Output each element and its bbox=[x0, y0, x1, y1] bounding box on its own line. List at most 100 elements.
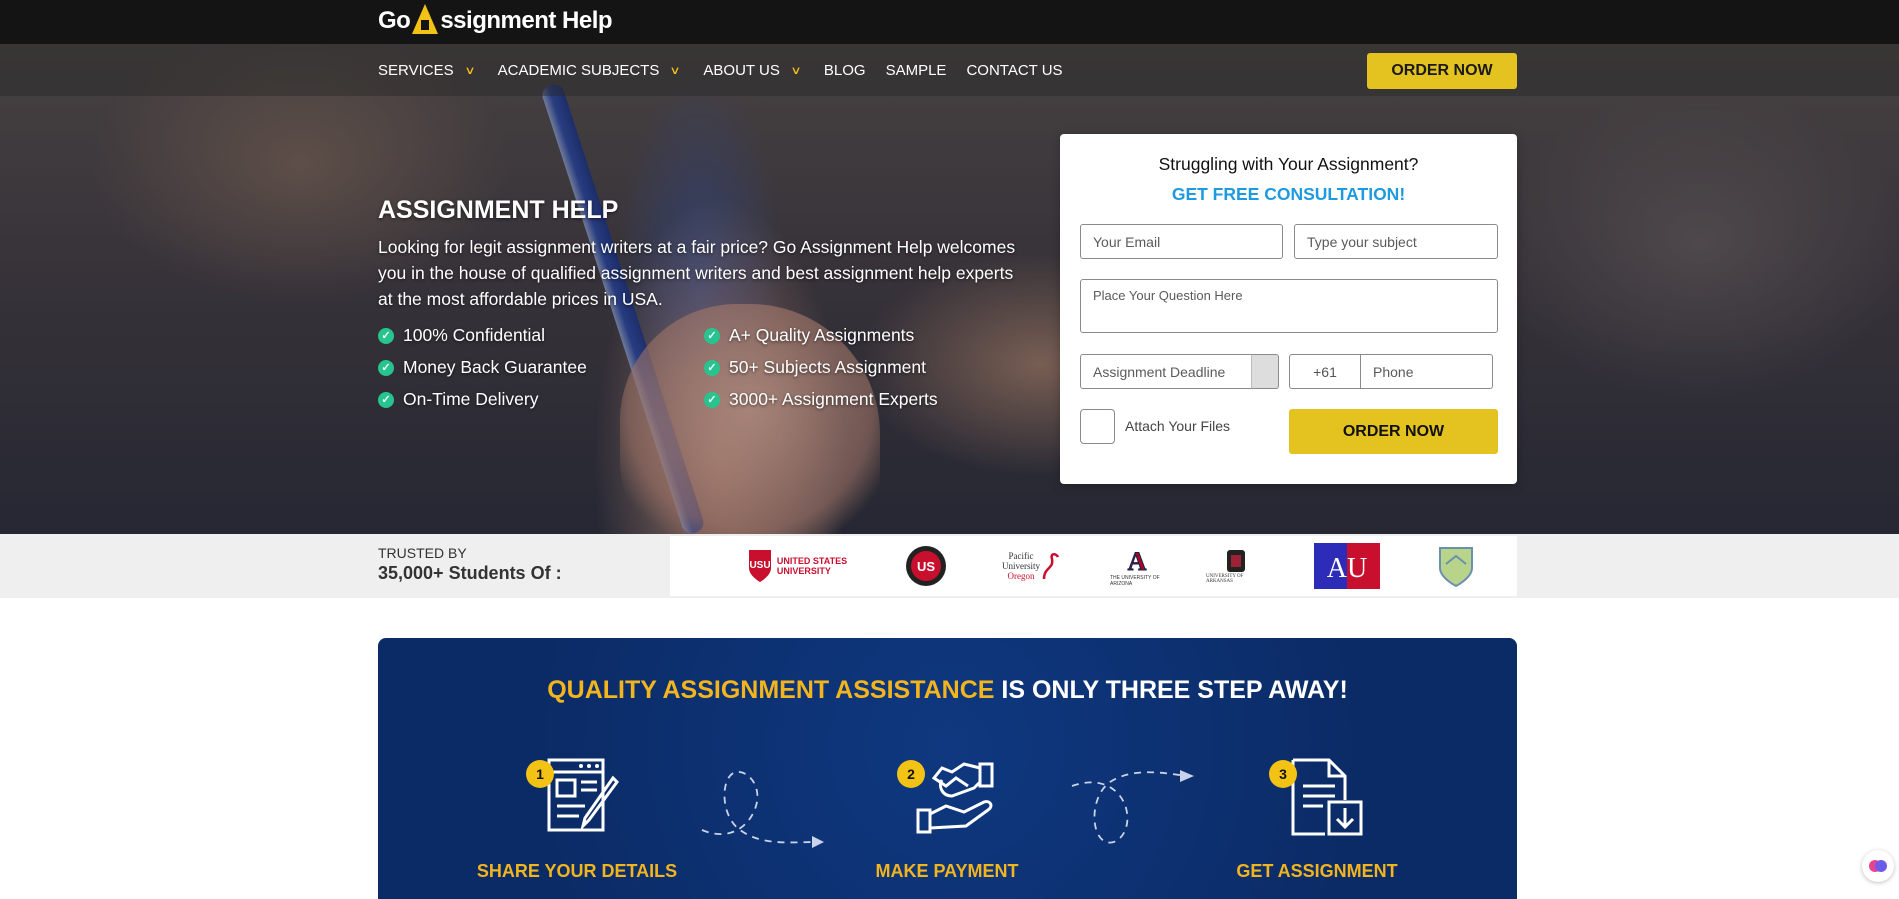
brain-icon bbox=[1869, 860, 1887, 872]
site-logo[interactable]: Go ssignment Help bbox=[378, 4, 613, 38]
us-seal-logo: US bbox=[904, 542, 948, 590]
feature-item: ✓ 3000+ Assignment Experts bbox=[704, 389, 978, 410]
boxer-icon bbox=[1042, 553, 1060, 580]
nav-label: ACADEMIC SUBJECTS bbox=[497, 61, 660, 79]
american-university-logo: AU bbox=[1313, 542, 1381, 590]
step-number-badge: 3 bbox=[1269, 760, 1297, 788]
feature-label: 3000+ Assignment Experts bbox=[729, 389, 938, 409]
feature-label: A+ Quality Assignments bbox=[729, 325, 915, 345]
seal-icon: US bbox=[906, 546, 946, 586]
chevron-down-icon: ∨ bbox=[669, 64, 682, 77]
step-label: MAKE PAYMENT bbox=[875, 861, 1019, 881]
logo-text-rest: ssignment Help bbox=[440, 7, 613, 34]
document-download-icon bbox=[1291, 758, 1363, 836]
check-icon: ✓ bbox=[704, 359, 720, 376]
nav-blog[interactable]: BLOG bbox=[824, 62, 866, 79]
check-icon: ✓ bbox=[378, 359, 394, 376]
dashed-arrow-icon bbox=[701, 771, 824, 848]
trusted-by-count: 35,000+ Students Of : bbox=[378, 563, 562, 583]
nav-academic-subjects[interactable]: ACADEMIC SUBJECTS ∨ bbox=[498, 62, 684, 79]
steps-title-highlight: QUALITY ASSIGNMENT ASSISTANCE bbox=[547, 676, 995, 704]
united-states-university-logo: USU UNITED STATES UNIVERSITY bbox=[742, 542, 852, 590]
logo-a-icon bbox=[412, 4, 439, 34]
arizona-letter: A bbox=[1128, 547, 1147, 575]
usu-shield-icon: USU bbox=[748, 550, 771, 582]
attach-files-checkbox[interactable] bbox=[1080, 409, 1115, 444]
arkansas-crest-icon bbox=[1227, 550, 1245, 572]
shield-university-logo bbox=[1434, 542, 1478, 590]
calendar-picker-button[interactable] bbox=[1251, 354, 1279, 389]
feature-item: ✓ Money Back Guarantee bbox=[378, 357, 704, 378]
hero-description: Looking for legit assignment writers at … bbox=[378, 237, 1016, 309]
phone-field[interactable] bbox=[1360, 354, 1493, 389]
form-heading: Struggling with Your Assignment? bbox=[1158, 154, 1419, 174]
deadline-field[interactable] bbox=[1080, 354, 1252, 389]
feature-label: 50+ Subjects Assignment bbox=[729, 357, 926, 377]
form-subheading: GET FREE CONSULTATION! bbox=[1171, 184, 1406, 204]
country-code-select[interactable]: +61 bbox=[1289, 354, 1361, 389]
main-navbar: SERVICES ∨ ACADEMIC SUBJECTS ∨ ABOUT US … bbox=[0, 44, 1899, 96]
feature-label: 100% Confidential bbox=[403, 325, 546, 345]
shield-icon bbox=[1439, 547, 1473, 588]
steps-section: QUALITY ASSIGNMENT ASSISTANCE IS ONLY TH… bbox=[378, 638, 1517, 899]
steps-title-rest: IS ONLY THREE STEP AWAY! bbox=[1001, 676, 1348, 704]
feature-label: On-Time Delivery bbox=[403, 389, 539, 409]
form-order-now-button[interactable]: ORDER NOW bbox=[1289, 409, 1498, 454]
attach-files-label: Attach Your Files bbox=[1125, 418, 1231, 434]
check-icon: ✓ bbox=[704, 327, 720, 344]
svg-text:USU: USU bbox=[749, 560, 770, 571]
step-number-badge: 2 bbox=[897, 760, 925, 788]
logo-line: Pacific bbox=[1008, 551, 1034, 561]
trusted-by-label: TRUSTED BY bbox=[378, 545, 467, 561]
step-label: GET ASSIGNMENT bbox=[1236, 861, 1398, 881]
check-icon: ✓ bbox=[704, 391, 720, 408]
nav-label: BLOG bbox=[823, 61, 866, 79]
nav-label: ABOUT US bbox=[703, 61, 780, 79]
step-label: SHARE YOUR DETAILS bbox=[476, 861, 678, 881]
hero-title: ASSIGNMENT HELP bbox=[378, 196, 619, 224]
form-pencil-icon bbox=[547, 758, 619, 832]
au-letters: AU bbox=[1327, 553, 1367, 584]
logo-line: UNIVERSITY bbox=[776, 566, 831, 576]
university-of-arizona-logo: A THE UNIVERSITY OF ARIZONA bbox=[1110, 542, 1164, 590]
logo-line: UNITED STATES bbox=[776, 556, 848, 566]
feature-item: ✓ 100% Confidential bbox=[378, 325, 704, 346]
feature-label: Money Back Guarantee bbox=[403, 357, 587, 377]
nav-sample[interactable]: SAMPLE bbox=[886, 62, 947, 79]
handshake-icon bbox=[916, 762, 994, 834]
check-icon: ✓ bbox=[378, 391, 394, 408]
arizona-a-icon: A bbox=[1123, 546, 1151, 575]
chat-widget-button[interactable] bbox=[1862, 850, 1894, 882]
logo-line: University bbox=[1002, 561, 1040, 571]
email-field[interactable] bbox=[1080, 224, 1283, 259]
logo-line: Oregon bbox=[1007, 571, 1035, 581]
nav-label: SERVICES bbox=[378, 61, 454, 79]
feature-item: ✓ A+ Quality Assignments bbox=[704, 325, 978, 346]
nav-about-us[interactable]: ABOUT US ∨ bbox=[703, 62, 803, 79]
subject-field[interactable] bbox=[1294, 224, 1498, 259]
step-number-badge: 1 bbox=[526, 760, 554, 788]
top-bar bbox=[0, 0, 1899, 44]
logo-text-go: Go bbox=[378, 7, 411, 34]
order-now-button[interactable]: ORDER NOW bbox=[1367, 53, 1517, 89]
feature-item: ✓ 50+ Subjects Assignment bbox=[704, 357, 978, 378]
nav-services[interactable]: SERVICES ∨ bbox=[378, 62, 478, 79]
logo-caption: UNIVERSITY OF ARKANSAS bbox=[1206, 574, 1244, 584]
nav-label: SAMPLE bbox=[885, 61, 947, 79]
question-field[interactable] bbox=[1080, 279, 1498, 333]
seal-text: US bbox=[917, 559, 935, 574]
nav-contact-us[interactable]: CONTACT US bbox=[966, 62, 1062, 79]
feature-item: ✓ On-Time Delivery bbox=[378, 389, 704, 410]
dashed-arrow-icon bbox=[1071, 770, 1194, 844]
university-of-arkansas-logo: UNIVERSITY OF ARKANSAS bbox=[1206, 542, 1266, 590]
au-icon: AU bbox=[1314, 543, 1380, 589]
main-nav: SERVICES ∨ ACADEMIC SUBJECTS ∨ ABOUT US … bbox=[378, 44, 1083, 96]
chevron-down-icon: ∨ bbox=[463, 64, 476, 77]
nav-label: CONTACT US bbox=[966, 61, 1063, 79]
pacific-university-logo: Pacific University Oregon bbox=[996, 542, 1066, 590]
feature-list: ✓ 100% Confidential ✓ A+ Quality Assignmen… bbox=[378, 325, 978, 410]
check-icon: ✓ bbox=[378, 327, 394, 344]
chevron-down-icon: ∨ bbox=[790, 64, 802, 77]
logo-caption: THE UNIVERSITY OF ARIZONA bbox=[1110, 575, 1160, 587]
steps-title: QUALITY ASSIGNMENT ASSISTANCE IS ONLY TH… bbox=[378, 676, 1517, 705]
